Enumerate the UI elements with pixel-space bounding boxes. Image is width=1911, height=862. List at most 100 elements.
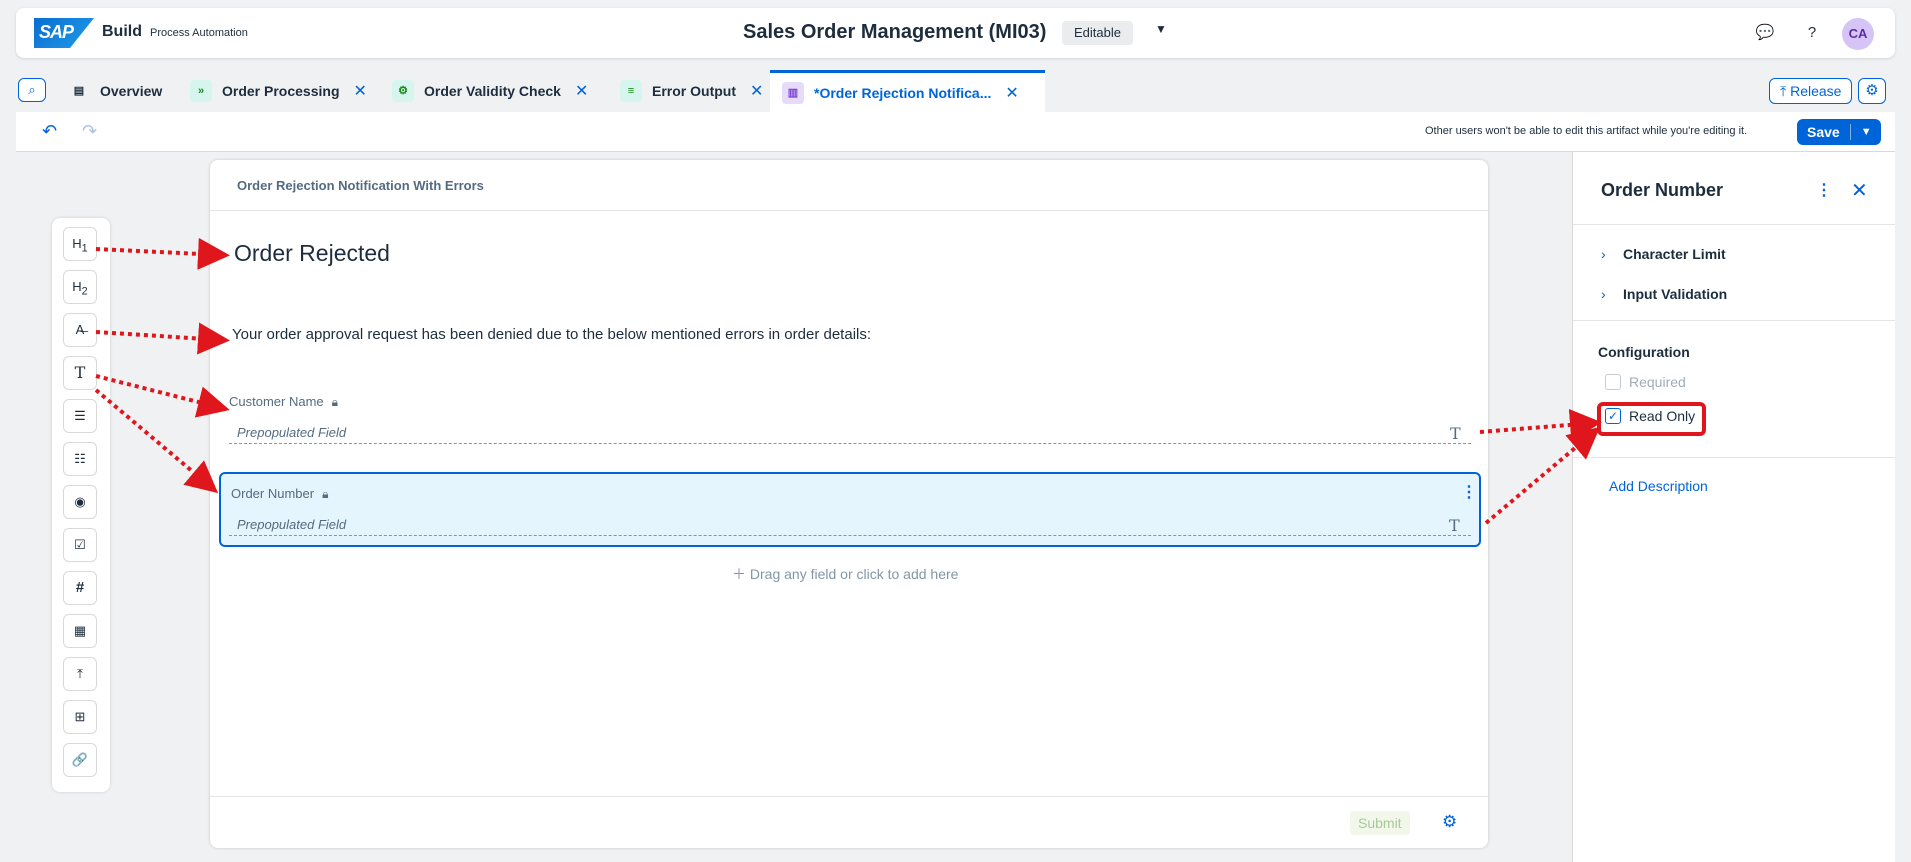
- tab-label: *Order Rejection Notifica...: [814, 84, 992, 101]
- field-palette: H1 H2 A̶ T ☰ ☷ ◉ ☑ # ▦ ⤒ ⊞ 🔗: [52, 218, 110, 792]
- expander-label: Input Validation: [1623, 286, 1728, 302]
- settings-button[interactable]: ⚙: [1858, 78, 1886, 104]
- drop-zone-label: Drag any field or click to add here: [749, 566, 959, 582]
- panel-title: Order Number: [1601, 180, 1724, 200]
- close-icon[interactable]: ✕: [354, 81, 367, 101]
- chevron-right-icon: ›: [1601, 246, 1606, 262]
- lock-icon: 🔒︎: [322, 487, 329, 501]
- search-artifacts-button[interactable]: ⌕: [18, 78, 46, 102]
- status-dropdown-icon[interactable]: ▼: [1155, 22, 1167, 36]
- chevron-right-icon: ›: [1601, 286, 1606, 302]
- radio-icon[interactable]: ◉: [63, 485, 97, 519]
- add-icon: ＋: [732, 566, 746, 582]
- process-icon: »: [190, 80, 212, 102]
- save-button[interactable]: Save ▼: [1797, 119, 1881, 145]
- tab-error-output[interactable]: ≡ Error Output ✕: [608, 70, 775, 112]
- annotation-arrow: [94, 388, 219, 494]
- properties-panel: Order Number ⋮ ✕ › Character Limit › Input…: [1572, 152, 1895, 862]
- more-options-icon[interactable]: ⋮: [1816, 180, 1832, 200]
- shell-bar: SAP Build Process Automation Sales Order…: [16, 8, 1895, 58]
- form-title: Order Rejection Notification With Errors: [237, 178, 484, 193]
- help-icon[interactable]: ?: [1801, 22, 1823, 44]
- checkbox-label: Required: [1629, 374, 1686, 390]
- close-icon[interactable]: ✕: [1851, 178, 1868, 203]
- redo-icon[interactable]: ↷: [82, 121, 97, 142]
- close-icon[interactable]: ✕: [575, 81, 588, 101]
- release-button[interactable]: ⤒ Release: [1769, 78, 1853, 104]
- close-icon[interactable]: ✕: [750, 81, 763, 101]
- tab-overview[interactable]: ▤ Overview: [56, 70, 174, 112]
- field-placeholder: Prepopulated Field: [237, 425, 347, 440]
- project-title: Sales Order Management (MI03): [743, 21, 1047, 43]
- customer-name-label[interactable]: Customer Name 🔒︎: [229, 394, 338, 410]
- character-limit-expander[interactable]: › Character Limit: [1601, 246, 1726, 262]
- text-field-icon: T: [1449, 516, 1460, 535]
- upload-icon[interactable]: ⤒: [63, 657, 97, 691]
- status-badge[interactable]: Editable: [1062, 21, 1133, 45]
- customer-name-field[interactable]: Prepopulated Field: [229, 424, 1471, 444]
- order-number-label: Order Number 🔒︎: [231, 486, 328, 502]
- number-icon[interactable]: #: [63, 571, 97, 605]
- divider: [210, 210, 1488, 211]
- undo-icon[interactable]: ↶: [42, 121, 57, 142]
- lock-message: Other users won't be able to edit this a…: [1425, 125, 1748, 137]
- order-number-field[interactable]: Prepopulated Field: [229, 516, 1471, 536]
- add-description-link[interactable]: Add Description: [1609, 478, 1708, 494]
- divider: [1573, 457, 1895, 458]
- product-name: Build: [102, 23, 142, 40]
- form-icon: ▥: [782, 81, 804, 104]
- sap-logo[interactable]: SAP: [34, 18, 94, 48]
- link-icon[interactable]: 🔗: [63, 743, 97, 777]
- required-checkbox[interactable]: [1605, 374, 1621, 390]
- text-input-icon[interactable]: T: [63, 356, 97, 390]
- submit-button[interactable]: Submit: [1350, 811, 1410, 835]
- list-icon[interactable]: ☷: [63, 442, 97, 476]
- upload-icon: ⤒: [1780, 83, 1787, 99]
- table-icon[interactable]: ⊞: [63, 700, 97, 734]
- tab-order-processing[interactable]: » Order Processing ✕: [178, 70, 379, 112]
- required-checkbox-row[interactable]: Required: [1605, 374, 1686, 390]
- form-heading[interactable]: Order Rejected: [234, 240, 390, 267]
- save-label: Save: [1797, 124, 1851, 140]
- drop-zone[interactable]: ＋ Drag any field or click to add here: [732, 564, 958, 584]
- heading1-icon[interactable]: H1: [63, 227, 97, 261]
- tab-order-validity-check[interactable]: ⚙ Order Validity Check ✕: [380, 70, 600, 112]
- more-options-icon[interactable]: ⋮: [1461, 482, 1477, 502]
- order-number-field-container[interactable]: Order Number 🔒︎ ⋮ Prepopulated Field T: [219, 472, 1481, 547]
- form-paragraph[interactable]: Your order approval request has been den…: [232, 326, 871, 343]
- tab-label: Error Output: [652, 83, 736, 99]
- input-validation-expander[interactable]: › Input Validation: [1601, 286, 1727, 302]
- divider: [210, 796, 1488, 797]
- gear-icon[interactable]: ⚙: [1442, 812, 1457, 832]
- lock-icon: 🔒︎: [331, 395, 339, 409]
- decision-icon: ⚙: [392, 80, 414, 102]
- chevron-down-icon[interactable]: ▼: [1851, 126, 1872, 138]
- read-only-checkbox[interactable]: ✓: [1605, 408, 1621, 424]
- read-only-checkbox-row[interactable]: ✓ Read Only: [1605, 408, 1695, 424]
- product-subtitle: Process Automation: [150, 27, 248, 39]
- release-label: Release: [1790, 83, 1842, 99]
- paragraph-icon[interactable]: A̶: [63, 313, 97, 347]
- divider: [1573, 224, 1895, 225]
- text-area-icon[interactable]: ☰: [63, 399, 97, 433]
- tab-label: Overview: [100, 83, 163, 99]
- heading2-icon[interactable]: H2: [63, 270, 97, 304]
- tab-label: Order Validity Check: [424, 83, 561, 99]
- checkbox-label: Read Only: [1629, 408, 1696, 424]
- feedback-icon[interactable]: 💬: [1754, 22, 1776, 44]
- form-canvas: Order Rejection Notification With Errors…: [210, 160, 1488, 848]
- avatar[interactable]: CA: [1842, 18, 1874, 50]
- annotation-arrow: [95, 322, 230, 355]
- close-icon[interactable]: ✕: [1005, 83, 1018, 103]
- editor-toolbar: ↶ ↷ Other users won't be able to edit th…: [16, 112, 1895, 152]
- configuration-title: Configuration: [1598, 344, 1690, 360]
- field-label-text: Customer Name: [229, 394, 324, 409]
- tab-label: Order Processing: [222, 83, 340, 99]
- artifact-tab-bar: ⌕ ▤ Overview » Order Processing ✕ ⚙ Orde…: [16, 70, 1895, 112]
- overview-icon: ▤: [73, 85, 85, 97]
- checkbox-icon[interactable]: ☑: [63, 528, 97, 562]
- date-icon[interactable]: ▦: [63, 614, 97, 648]
- annotation-arrow: [95, 374, 230, 418]
- data-type-icon: ≡: [620, 80, 642, 102]
- tab-order-rejection-notification[interactable]: ▥ *Order Rejection Notifica... ✕: [770, 70, 1045, 112]
